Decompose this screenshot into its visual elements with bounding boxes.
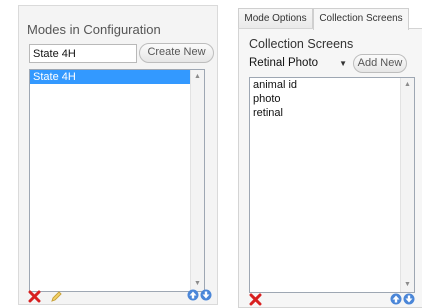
pencil-icon[interactable] — [50, 290, 63, 303]
delete-icon[interactable] — [249, 293, 262, 306]
move-down-icon[interactable] — [200, 289, 212, 301]
collection-screens-panel: Collection Screens Retinal Photo ▼ Add N… — [238, 28, 422, 308]
modes-panel: Modes in Configuration Create New State … — [18, 5, 218, 305]
collection-screens-list[interactable]: animal id photo retinal ▲ ▼ — [249, 77, 415, 293]
screen-type-selected-value: Retinal Photo — [249, 57, 319, 69]
list-item[interactable]: retinal — [250, 106, 414, 120]
list-item[interactable]: State 4H — [30, 70, 204, 84]
tab-mode-options[interactable]: Mode Options — [238, 8, 313, 29]
screen-type-select[interactable]: Retinal Photo ▼ — [249, 55, 349, 72]
add-new-button[interactable]: Add New — [353, 54, 407, 73]
modes-panel-title: Modes in Configuration — [27, 22, 161, 37]
list-item[interactable]: animal id — [250, 78, 414, 92]
modes-list-scrollbar[interactable]: ▲ ▼ — [190, 70, 204, 291]
scroll-up-icon[interactable]: ▲ — [191, 71, 204, 83]
mode-name-input[interactable] — [29, 44, 137, 63]
chevron-down-icon[interactable]: ▼ — [339, 55, 347, 72]
list-item[interactable]: photo — [250, 92, 414, 106]
move-up-icon[interactable] — [187, 289, 199, 301]
delete-icon[interactable] — [28, 290, 41, 303]
collection-screens-title: Collection Screens — [249, 37, 354, 51]
tab-collection-screens[interactable]: Collection Screens — [313, 8, 409, 30]
screens-list-scrollbar[interactable]: ▲ ▼ — [400, 78, 414, 292]
modes-list[interactable]: State 4H ▲ ▼ — [29, 69, 205, 292]
scroll-down-icon[interactable]: ▼ — [401, 279, 414, 291]
create-new-button[interactable]: Create New — [139, 43, 214, 63]
scroll-up-icon[interactable]: ▲ — [401, 79, 414, 91]
move-up-icon[interactable] — [390, 293, 402, 305]
move-down-icon[interactable] — [403, 293, 415, 305]
